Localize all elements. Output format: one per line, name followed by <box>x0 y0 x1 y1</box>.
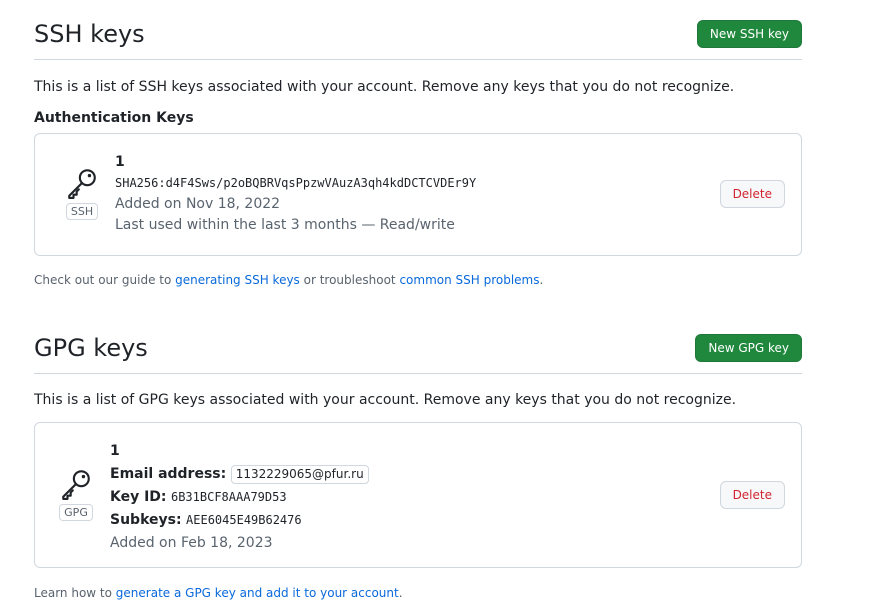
gpg-subkeys-row: Subkeys: AEE6045E49B62476 <box>110 509 369 532</box>
key-id-value: 6B31BCF8AAA79D53 <box>170 490 287 504</box>
gpg-key-icon-group: GPG <box>59 467 93 521</box>
generate-gpg-key-link[interactable]: generate a GPG key and add it to your ac… <box>116 586 399 600</box>
subkeys-label: Subkeys: <box>110 512 182 528</box>
ssh-type-badge: SSH <box>65 203 99 220</box>
ssh-key-last-used: Last used within the last 3 months — Rea… <box>115 217 455 233</box>
new-gpg-key-button[interactable]: New GPG key <box>695 334 802 362</box>
ssh-key-fingerprint: SHA256:d4F4Sws/p2oBQBRVqsPpzwVAuzA3qh4kd… <box>115 176 477 190</box>
email-address-value: 1132229065@pfur.ru <box>230 465 369 484</box>
delete-gpg-key-button[interactable]: Delete <box>719 481 785 509</box>
subkeys-value: AEE6045E49B62476 <box>186 513 302 527</box>
ssh-key-title: 1 <box>115 154 125 170</box>
email-address-label: Email address: <box>110 466 227 482</box>
ssh-keys-title: SSH keys <box>34 20 145 48</box>
gpg-description: This is a list of GPG keys associated wi… <box>34 392 737 408</box>
ssh-key-details: 1 SHA256:d4F4Sws/p2oBQBRVqsPpzwVAuzA3qh4… <box>115 152 476 236</box>
ssh-key-icon-group: SSH <box>65 166 99 220</box>
gpg-keyid-row: Key ID: 6B31BCF8AAA79D53 <box>110 486 369 509</box>
gpg-email-row: Email address: 1132229065@pfur.ru <box>110 463 369 486</box>
gpg-key-details: 1 Email address: 1132229065@pfur.ru Key … <box>110 440 369 555</box>
delete-ssh-key-button[interactable]: Delete <box>719 180 785 208</box>
generating-ssh-keys-link[interactable]: generating SSH keys <box>175 273 300 287</box>
authentication-keys-heading: Authentication Keys <box>34 110 194 126</box>
new-ssh-key-button[interactable]: New SSH key <box>696 20 802 48</box>
gpg-key-title: 1 <box>110 443 120 459</box>
key-icon <box>65 166 99 200</box>
gpg-footnote-suffix: . <box>398 586 403 600</box>
gpg-key-added-date: Added on Feb 18, 2023 <box>110 535 273 551</box>
gpg-key-item: GPG 1 Email address: 1132229065@pfur.ru … <box>34 422 802 568</box>
ssh-description: This is a list of SSH keys associated wi… <box>34 79 735 95</box>
key-id-label: Key ID: <box>110 489 167 505</box>
ssh-footnote-prefix: Check out our guide to <box>34 273 176 287</box>
ssh-footnote-middle: or troubleshoot <box>299 273 400 287</box>
gpg-footnote-prefix: Learn how to <box>34 586 116 600</box>
ssh-section-header: SSH keys New SSH key <box>34 20 802 60</box>
gpg-keys-title: GPG keys <box>34 334 148 362</box>
key-icon <box>59 467 93 501</box>
ssh-footnote-suffix: . <box>539 273 544 287</box>
ssh-key-added-date: Added on Nov 18, 2022 <box>115 196 281 212</box>
gpg-section-header: GPG keys New GPG key <box>34 334 802 374</box>
gpg-type-badge: GPG <box>59 504 93 521</box>
ssh-footnote: Check out our guide to generating SSH ke… <box>34 273 543 287</box>
common-ssh-problems-link[interactable]: common SSH problems <box>399 273 539 287</box>
gpg-footnote: Learn how to generate a GPG key and add … <box>34 586 403 600</box>
ssh-key-item: SSH 1 SHA256:d4F4Sws/p2oBQBRVqsPpzwVAuzA… <box>34 133 802 256</box>
